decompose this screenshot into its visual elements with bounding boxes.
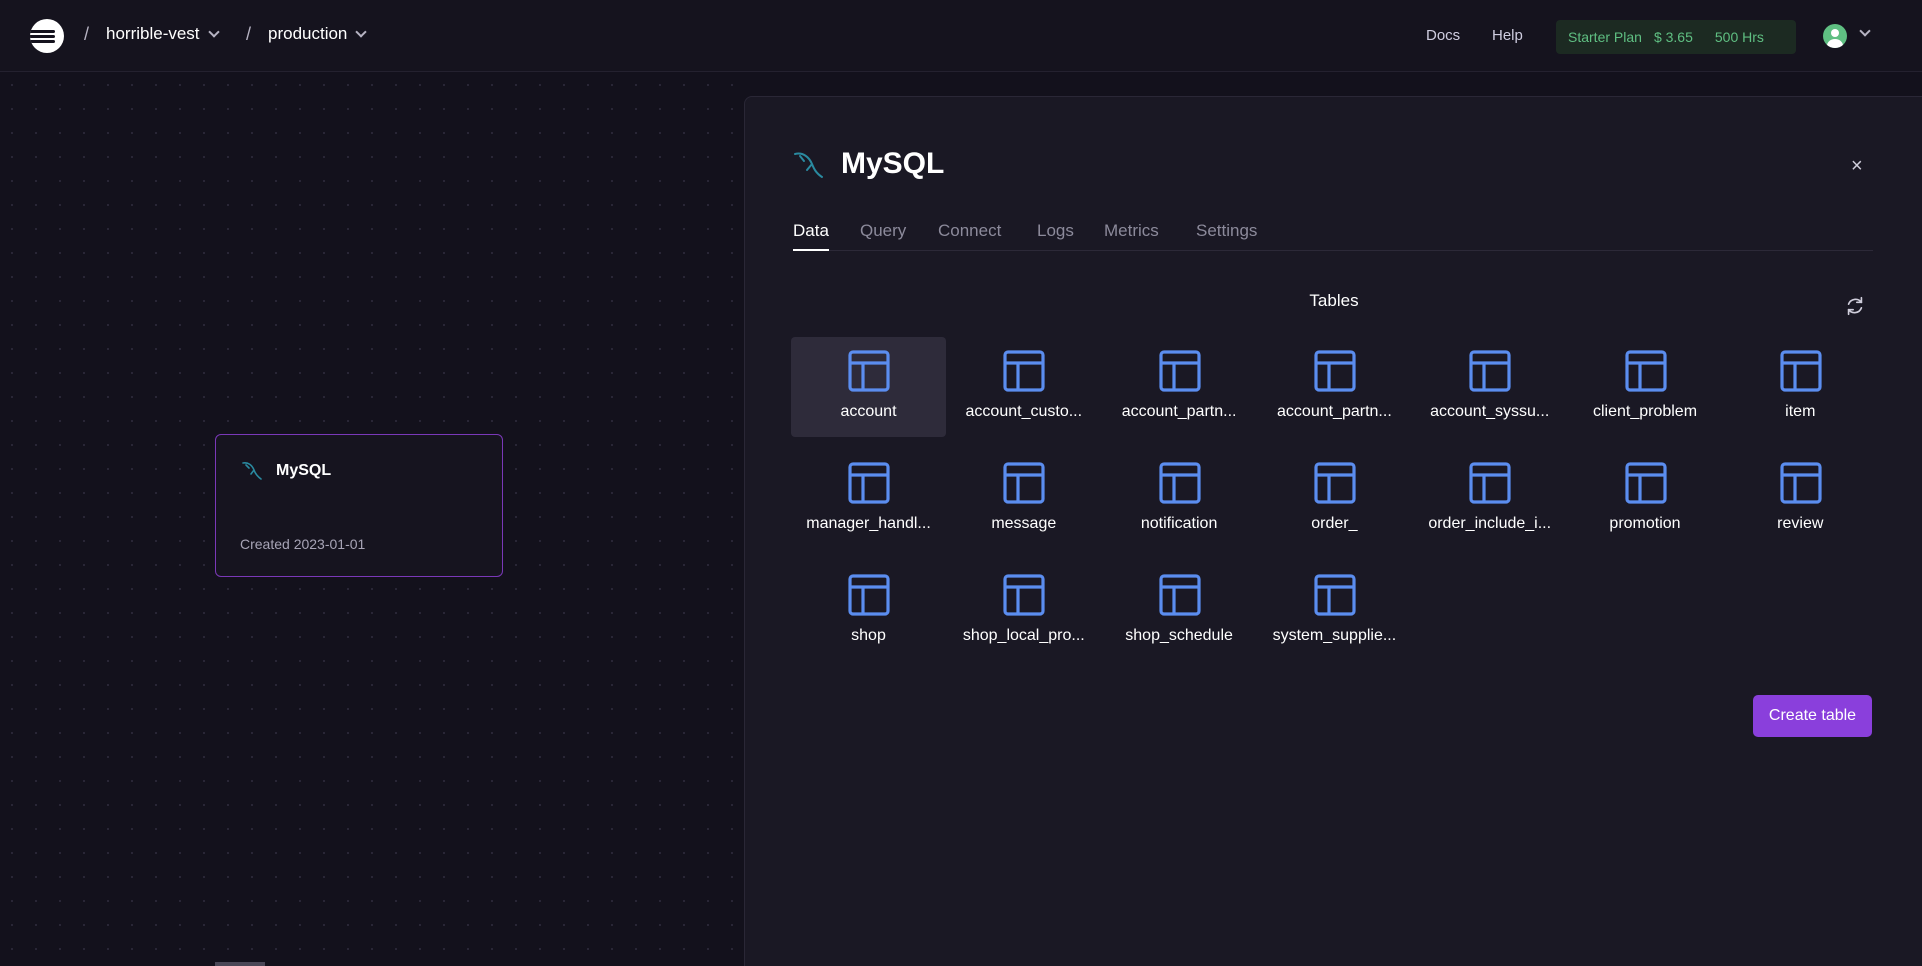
horizontal-scrollbar[interactable] xyxy=(215,962,265,966)
mysql-dolphin-icon xyxy=(794,152,823,178)
tables-heading: Tables xyxy=(1309,291,1359,310)
table-icon xyxy=(1003,462,1045,504)
table-item[interactable]: order_ xyxy=(1257,449,1412,549)
project-selector[interactable]: horrible-vest xyxy=(106,24,220,44)
table-icon xyxy=(848,350,890,392)
docs-link[interactable]: Docs xyxy=(1426,27,1460,44)
environment-selector[interactable]: production xyxy=(268,24,368,44)
table-item[interactable]: order_include_i... xyxy=(1412,449,1567,549)
table-name: order_ xyxy=(1311,515,1358,532)
project-name: horrible-vest xyxy=(106,24,200,43)
table-item[interactable]: shop_local_pro... xyxy=(946,561,1101,661)
table-name: shop_schedule xyxy=(1125,627,1233,644)
table-name: account_custo... xyxy=(965,403,1083,420)
table-icon xyxy=(1780,462,1822,504)
table-icon xyxy=(1469,350,1511,392)
tab-query[interactable]: Query xyxy=(860,221,906,251)
table-item[interactable]: item xyxy=(1723,337,1878,437)
mysql-dolphin-icon xyxy=(242,462,262,480)
table-name: account_partn... xyxy=(1277,403,1392,420)
chevron-down-icon[interactable] xyxy=(1859,25,1871,37)
table-name: order_include_i... xyxy=(1428,515,1552,532)
table-item[interactable]: account_syssu... xyxy=(1412,337,1567,437)
table-name: notification xyxy=(1140,515,1218,532)
table-item[interactable]: client_problem xyxy=(1568,337,1723,437)
table-icon xyxy=(848,462,890,504)
table-name: account_syssu... xyxy=(1430,403,1550,420)
plan-cost: $ 3.65 xyxy=(1653,29,1693,45)
table-item[interactable]: message xyxy=(946,449,1101,549)
table-icon xyxy=(1003,350,1045,392)
table-item[interactable]: system_supplie... xyxy=(1257,561,1412,661)
table-name: system_supplie... xyxy=(1272,627,1397,644)
table-item[interactable]: shop_schedule xyxy=(1102,561,1257,661)
close-icon[interactable]: × xyxy=(1851,155,1863,178)
tab-data[interactable]: Data xyxy=(793,221,829,251)
table-name: review xyxy=(1777,515,1824,532)
tab-connect[interactable]: Connect xyxy=(938,221,1001,251)
project-canvas[interactable]: MySQL Created 2023-01-01 xyxy=(0,73,745,966)
table-item[interactable]: account_partn... xyxy=(1257,337,1412,437)
table-name: item xyxy=(1785,403,1816,420)
table-item[interactable]: account xyxy=(791,337,946,437)
table-name: account_partn... xyxy=(1121,403,1237,420)
table-icon xyxy=(1780,350,1822,392)
plan-badge[interactable]: Starter Plan $ 3.65 500 Hrs xyxy=(1556,20,1796,54)
breadcrumb-separator: / xyxy=(246,24,252,44)
tab-settings[interactable]: Settings xyxy=(1196,221,1257,251)
table-item[interactable]: promotion xyxy=(1568,449,1723,549)
panel-tabs: Data Query Connect Logs Metrics Settings xyxy=(793,221,1873,251)
table-item[interactable]: account_custo... xyxy=(946,337,1101,437)
table-name: account xyxy=(840,403,897,420)
table-name: shop_local_pro... xyxy=(962,627,1085,644)
table-icon xyxy=(1624,462,1667,504)
table-icon xyxy=(848,574,890,616)
service-card-mysql[interactable]: MySQL Created 2023-01-01 xyxy=(215,434,503,577)
table-icon xyxy=(1314,574,1356,616)
table-icon xyxy=(1158,574,1201,616)
plan-hours: 500 Hrs xyxy=(1714,29,1764,45)
table-icon xyxy=(1314,350,1356,392)
table-icon xyxy=(1158,350,1201,392)
tab-metrics[interactable]: Metrics xyxy=(1104,221,1159,251)
avatar[interactable] xyxy=(1823,24,1847,48)
table-item[interactable]: account_partn... xyxy=(1102,337,1257,437)
app-logo-icon[interactable] xyxy=(30,19,64,53)
chevron-down-icon xyxy=(207,25,220,38)
service-detail-panel: MySQL × Data Query Connect Logs Metrics … xyxy=(744,96,1922,966)
breadcrumb-separator: / xyxy=(84,24,90,44)
tab-logs[interactable]: Logs xyxy=(1037,221,1074,251)
table-name: manager_handl... xyxy=(806,515,931,532)
environment-name: production xyxy=(268,24,348,43)
top-bar: / horrible-vest / production Docs Help S… xyxy=(0,0,1922,72)
table-icon xyxy=(1314,462,1356,504)
table-name: message xyxy=(991,515,1057,532)
table-icon xyxy=(1469,462,1511,504)
panel-title: MySQL xyxy=(841,147,945,180)
plan-name: Starter Plan xyxy=(1568,29,1642,45)
table-name: shop xyxy=(851,627,886,644)
table-name: client_problem xyxy=(1592,403,1698,420)
table-item[interactable]: review xyxy=(1723,449,1878,549)
table-name: promotion xyxy=(1609,515,1681,532)
table-icon xyxy=(1624,350,1667,392)
table-icon xyxy=(1158,462,1201,504)
chevron-down-icon xyxy=(355,25,368,38)
service-created-date: Created 2023-01-01 xyxy=(240,536,366,552)
table-icon xyxy=(1003,574,1045,616)
create-table-button[interactable]: Create table xyxy=(1753,695,1872,737)
help-link[interactable]: Help xyxy=(1492,27,1523,44)
table-item[interactable]: shop xyxy=(791,561,946,661)
service-title: MySQL xyxy=(276,462,332,479)
refresh-icon[interactable] xyxy=(1844,295,1866,317)
table-item[interactable]: manager_handl... xyxy=(791,449,946,549)
table-item[interactable]: notification xyxy=(1102,449,1257,549)
